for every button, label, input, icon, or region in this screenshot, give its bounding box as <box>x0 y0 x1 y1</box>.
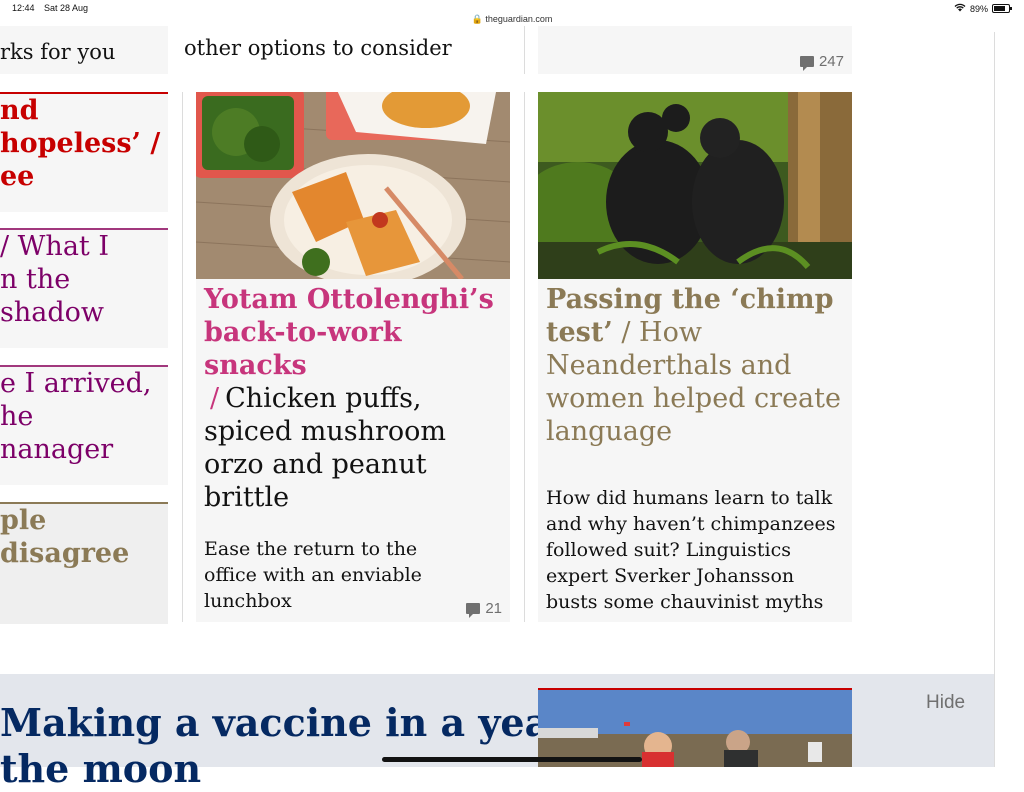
ottolenghi-standfirst: Ease the return to the office with an en… <box>204 538 422 612</box>
left-card-1-headline: nd hopeless’ / <box>0 95 161 159</box>
left-card-1-headline-b: ee <box>0 161 35 192</box>
lock-icon: 🔒 <box>471 14 483 24</box>
chimp-headline: How Neanderthals and women helped create… <box>546 317 841 447</box>
card-top-left-text: rks for you <box>0 40 116 64</box>
left-card-3-headline: e I arrived, he <box>0 368 152 432</box>
card-chimp[interactable]: Passing the ‘chimp test’ test’ / How Nea… <box>538 92 852 622</box>
bottom-section: Making a vaccine in a year the moon Hide <box>0 674 994 791</box>
left-card-1[interactable]: nd hopeless’ / ee <box>0 92 168 212</box>
address-bar[interactable]: 🔒 theguardian.com <box>0 14 1024 25</box>
ottolenghi-headline: Chicken puffs, spiced mushroom orzo and … <box>204 383 446 513</box>
divider <box>524 92 525 622</box>
url-text: theguardian.com <box>485 14 553 24</box>
comment-icon <box>799 56 814 71</box>
comment-count[interactable]: 21 <box>466 600 502 618</box>
chimp-image <box>538 92 852 279</box>
left-card-2-headline-b: n the shadow <box>0 264 104 328</box>
left-card-4-headline: ple disagree <box>0 505 130 569</box>
status-date: Sat 28 Aug <box>44 3 89 13</box>
card-ottolenghi[interactable]: Yotam Ottolenghi’s back-to-work snacks /… <box>196 92 510 622</box>
status-right: 89% <box>954 3 1012 14</box>
gutter-line <box>994 32 995 767</box>
ottolenghi-image <box>196 92 510 286</box>
card-top-right[interactable]: 247 <box>538 26 852 74</box>
chimp-standfirst: How did humans learn to talk and why hav… <box>546 487 836 613</box>
home-indicator[interactable] <box>382 757 642 762</box>
chimp-slash: / <box>621 317 631 348</box>
card-top-middle[interactable]: other options to consider <box>176 26 510 74</box>
card-top-left[interactable]: rks for you <box>0 26 168 74</box>
ottolenghi-slash: / <box>210 383 220 414</box>
divider <box>524 26 525 74</box>
left-card-3[interactable]: e I arrived, he nanager <box>0 365 168 485</box>
bottom-headline-b[interactable]: the moon <box>0 746 569 792</box>
comment-count[interactable]: 247 <box>799 53 844 71</box>
comment-icon <box>466 603 481 618</box>
battery-icon <box>992 4 1012 13</box>
comment-count-value: 247 <box>818 53 844 70</box>
comment-count-value: 21 <box>485 600 502 617</box>
left-card-4[interactable]: ple disagree <box>0 502 168 624</box>
hide-button[interactable]: Hide <box>926 692 965 714</box>
ottolenghi-kicker: Yotam Ottolenghi’s back-to-work snacks <box>204 284 494 381</box>
left-card-2-headline: / What I <box>0 231 110 262</box>
left-card-2[interactable]: / What I n the shadow <box>0 228 168 348</box>
battery-percent: 89% <box>969 3 988 14</box>
left-card-3-headline-b: nanager <box>0 434 114 465</box>
wifi-icon <box>954 3 966 14</box>
status-time: 12:44 <box>12 3 35 13</box>
bottom-headline[interactable]: Making a vaccine in a year <box>0 700 569 746</box>
divider <box>182 92 183 622</box>
card-top-middle-text: other options to consider <box>184 36 452 60</box>
